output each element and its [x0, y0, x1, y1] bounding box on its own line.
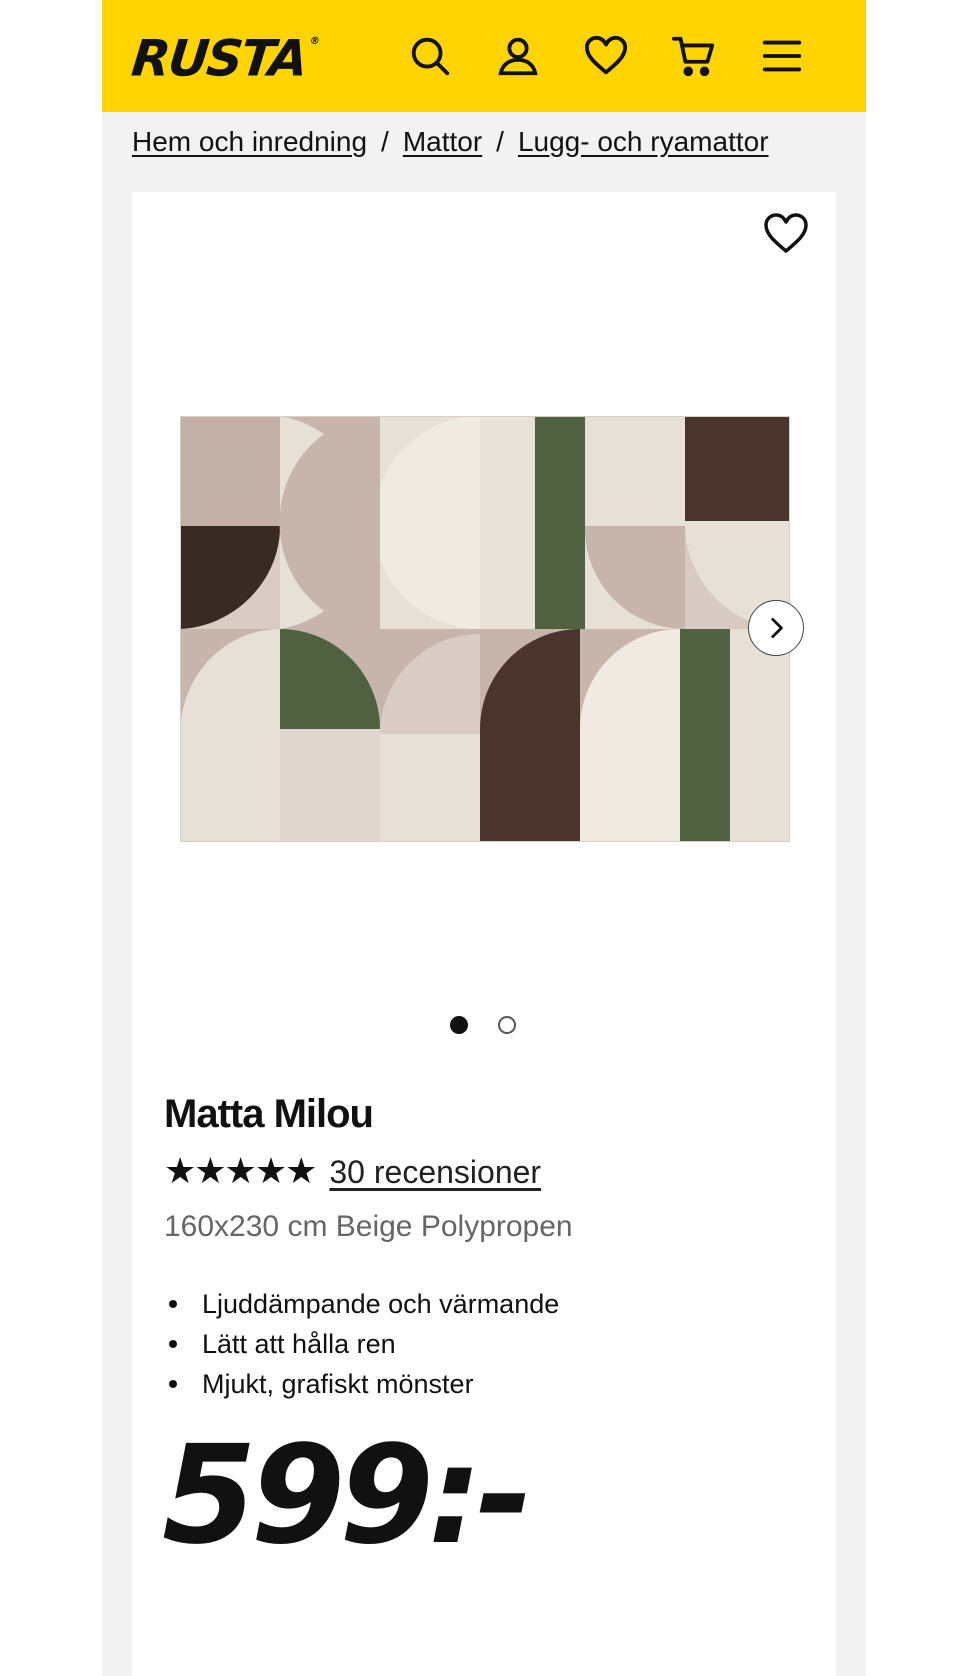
breadcrumb-separator: / [381, 126, 389, 157]
account-icon[interactable] [492, 30, 544, 82]
product-title: Matta Milou [164, 1092, 374, 1136]
heart-icon[interactable] [580, 30, 632, 82]
feature-item: Mjukt, grafiskt mönster [164, 1364, 559, 1404]
breadcrumb-separator: / [496, 126, 504, 157]
product-card: Matta Milou ★★★★★ 30 recensioner 160x230… [132, 192, 836, 1676]
feature-item: Lätt att hålla ren [164, 1324, 559, 1364]
product-image[interactable] [180, 416, 790, 842]
cart-icon[interactable] [668, 30, 720, 82]
gallery-pagination [132, 1016, 836, 1036]
gallery-dot-1[interactable] [450, 1016, 468, 1034]
menu-icon[interactable] [756, 30, 808, 82]
product-price: 599:- [162, 1417, 533, 1575]
feature-item: Ljuddämpande och värmande [164, 1284, 559, 1324]
page: RUSTA® Hem och inredning / Mattor / Lugg… [102, 0, 866, 1676]
rusta-logo[interactable]: RUSTA® [128, 24, 319, 91]
product-rating: ★★★★★ 30 recensioner [164, 1152, 541, 1192]
site-header: RUSTA® [102, 0, 866, 112]
next-image-button[interactable] [748, 600, 804, 656]
reviews-link[interactable]: 30 recensioner [329, 1154, 541, 1191]
chevron-right-icon [771, 617, 783, 639]
product-variant: 160x230 cm Beige Polypropen [164, 1210, 573, 1243]
gallery-dot-2[interactable] [498, 1016, 516, 1034]
breadcrumb-link-lugg[interactable]: Lugg- och ryamattor [518, 126, 769, 157]
feature-list: Ljuddämpande och värmande Lätt att hålla… [164, 1284, 559, 1404]
breadcrumb-link-hem[interactable]: Hem och inredning [132, 126, 367, 157]
rating-stars-icon: ★★★★★ [164, 1151, 317, 1192]
breadcrumb-link-mattor[interactable]: Mattor [403, 126, 482, 157]
breadcrumb: Hem och inredning / Mattor / Lugg- och ryama… [132, 122, 769, 162]
favorite-heart-icon[interactable] [762, 210, 810, 258]
search-icon[interactable] [404, 30, 456, 82]
